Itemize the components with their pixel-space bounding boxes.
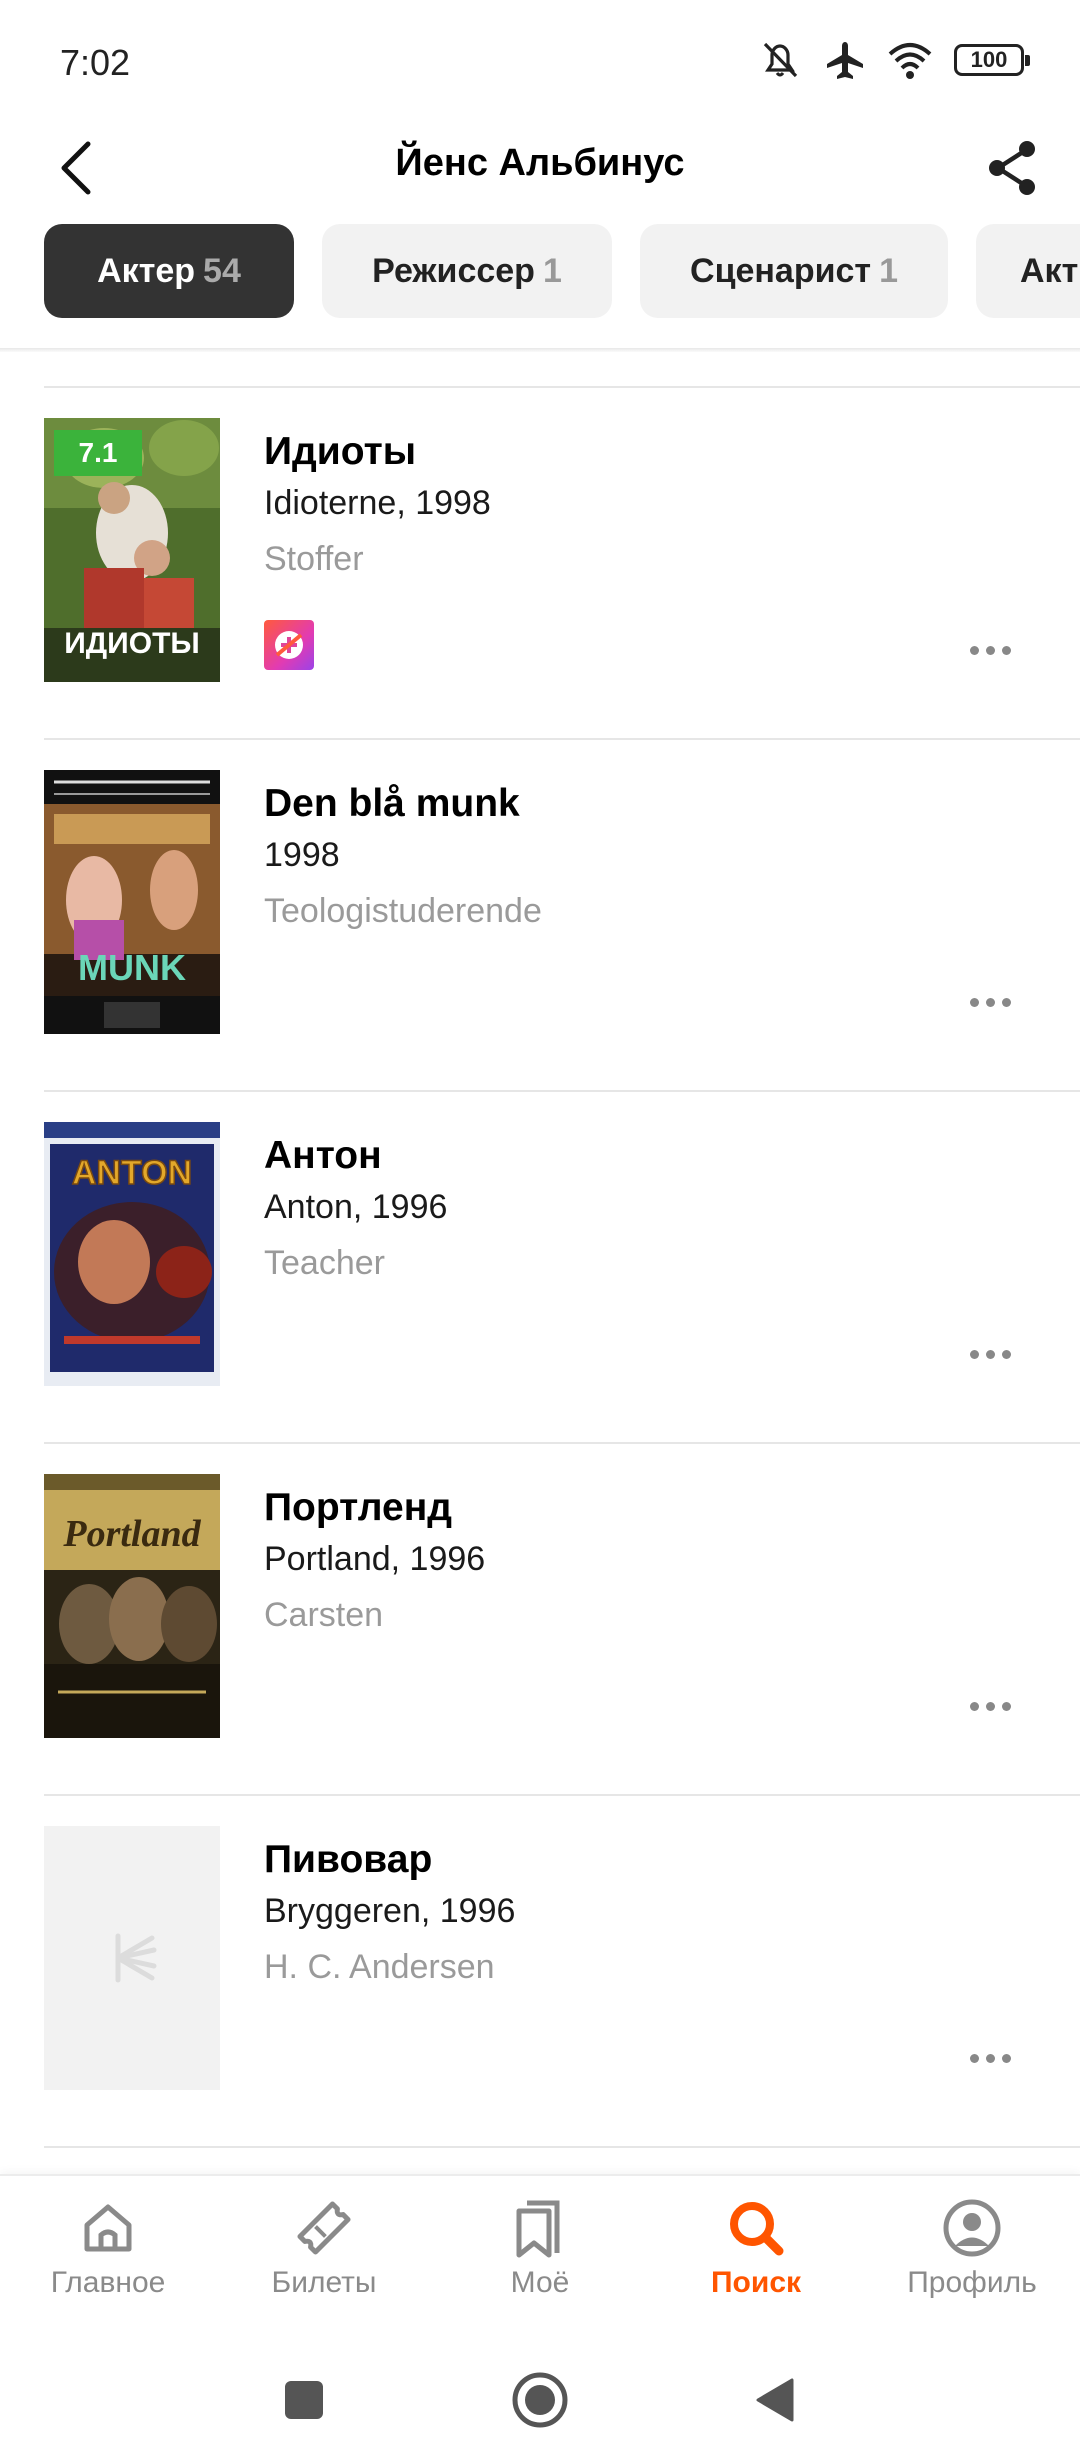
home-icon — [84, 2204, 132, 2252]
nav-item-tickets[interactable]: Билеты — [234, 2196, 414, 2316]
film-title: Портленд — [264, 1486, 453, 1529]
poster-image: ANTON — [44, 1122, 220, 1386]
page-title: Йенс Альбинус — [395, 142, 685, 184]
more-options-button[interactable] — [960, 2044, 1020, 2072]
share-button[interactable] — [974, 130, 1050, 206]
more-options-button[interactable] — [960, 1692, 1020, 1720]
nav-label: Поиск — [710, 2266, 802, 2299]
battery-icon: 100 — [954, 44, 1030, 76]
nav-label: Главное — [50, 2266, 166, 2299]
tab-count: 1 — [879, 251, 898, 290]
poster-image: ИДИОТЫ 7.1 — [44, 418, 220, 682]
tab-count: 54 — [203, 251, 241, 290]
tab-label: Режиссер — [372, 251, 535, 290]
tab-label: Актер — [97, 251, 196, 290]
film-role: H. C. Andersen — [264, 1948, 495, 1986]
bottom-navigation: Главное Билеты Моё Поиск Профиль — [0, 2174, 1080, 2330]
status-bar: 7:02 100 — [0, 0, 1080, 120]
film-role: Teacher — [264, 1244, 385, 1282]
nav-label: Моё — [510, 2266, 570, 2299]
wifi-icon — [888, 43, 932, 79]
share-icon — [989, 141, 1035, 195]
search-icon — [730, 2202, 784, 2256]
more-options-button[interactable] — [960, 1340, 1020, 1368]
nav-label: Профиль — [907, 2266, 1037, 2299]
list-item[interactable]: Пивовар Bryggeren, 1996 H. C. Andersen — [0, 1796, 1080, 2148]
tab-count: 1 — [542, 251, 562, 290]
poster-placeholder — [44, 1826, 220, 2090]
profile-icon — [943, 2199, 1001, 2257]
tab-label: Сценарист — [690, 251, 872, 290]
poster-title: MUNK — [78, 947, 186, 988]
film-original-year: Anton, 1996 — [264, 1188, 448, 1226]
streaming-service-icon — [264, 620, 314, 670]
film-title: Идиоты — [264, 430, 417, 473]
list-item[interactable]: Portland Портленд Portland, 1996 Carsten — [0, 1444, 1080, 1796]
list-item[interactable]: ИДИОТЫ 7.1 Идиоты Idioterne, 1998 Stoffe… — [0, 388, 1080, 740]
list-item[interactable]: MUNK Den blå munk 1998 Teologistuderende — [0, 740, 1080, 1092]
film-title: Den blå munk — [264, 782, 520, 825]
film-original-year: Bryggeren, 1996 — [264, 1892, 516, 1930]
poster-title: Portland — [62, 1513, 201, 1555]
system-back-button[interactable] — [734, 2360, 814, 2440]
back-button[interactable] — [40, 132, 112, 204]
film-title: Пивовар — [264, 1838, 433, 1881]
more-options-button[interactable] — [960, 988, 1020, 1016]
nav-item-mine[interactable]: Моё — [450, 2196, 630, 2316]
tab-director[interactable]: Режиссер 1 — [322, 224, 612, 318]
film-role: Teologistuderende — [264, 892, 542, 930]
tab-writer[interactable]: Сценарист 1 — [640, 224, 948, 318]
film-original-year: 1998 — [264, 836, 340, 874]
poster-title: ANTON — [72, 1154, 192, 1192]
nav-item-home[interactable]: Главное — [18, 2196, 198, 2316]
nav-item-search[interactable]: Поиск — [666, 2196, 846, 2316]
silent-icon — [763, 42, 798, 78]
system-navigation-bar — [0, 2330, 1080, 2460]
home-circle-icon — [512, 2372, 568, 2428]
list-item[interactable]: ANTON Антон Anton, 1996 Teacher — [0, 1092, 1080, 1444]
recents-button[interactable] — [264, 2360, 344, 2440]
back-arrow-icon — [61, 141, 91, 195]
status-time: 7:02 — [60, 42, 131, 83]
filmography-list: ИДИОТЫ 7.1 Идиоты Idioterne, 1998 Stoffe… — [0, 352, 1080, 2174]
tab-actor[interactable]: Актер 54 — [44, 224, 294, 318]
film-role: Stoffer — [264, 540, 364, 578]
tab-more-roles[interactable]: Акт — [976, 224, 1080, 318]
recents-icon — [285, 2381, 323, 2419]
bookmark-icon — [516, 2200, 560, 2258]
ticket-icon — [297, 2201, 351, 2255]
status-icons: 100 — [758, 40, 1030, 80]
back-triangle-icon — [756, 2378, 794, 2422]
more-options-button[interactable] — [960, 636, 1020, 664]
airplane-icon — [827, 42, 863, 79]
divider — [44, 2146, 1080, 2148]
home-button[interactable] — [500, 2360, 580, 2440]
film-title: Антон — [264, 1134, 382, 1177]
rating-badge: 7.1 — [54, 430, 142, 476]
role-tabs: Актер 54 Режиссер 1 Сценарист 1 Акт — [0, 224, 1080, 320]
poster-image: Portland — [44, 1474, 220, 1738]
poster-image: MUNK — [44, 770, 220, 1034]
film-role: Carsten — [264, 1596, 384, 1634]
nav-item-profile[interactable]: Профиль — [882, 2196, 1062, 2316]
poster-title: ИДИОТЫ — [64, 627, 200, 660]
film-original-year: Idioterne, 1998 — [264, 484, 491, 522]
tab-label: Акт — [1020, 251, 1079, 290]
header: Йенс Альбинус — [0, 120, 1080, 220]
film-original-year: Portland, 1996 — [264, 1540, 486, 1578]
nav-label: Билеты — [271, 2266, 377, 2299]
